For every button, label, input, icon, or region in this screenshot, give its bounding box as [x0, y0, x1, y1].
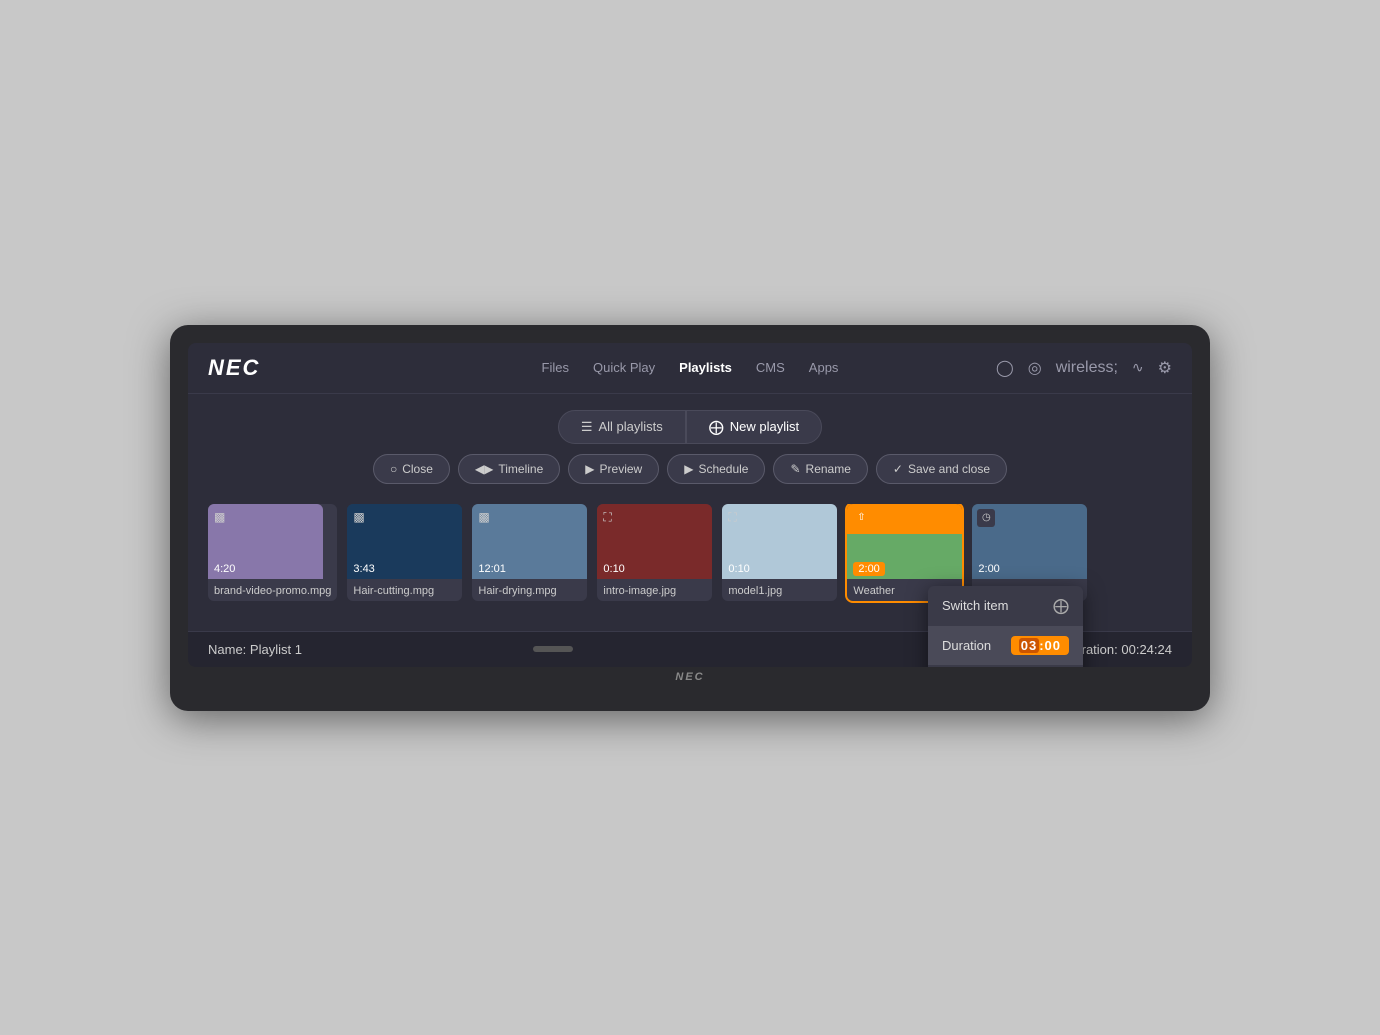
duration-highlight: 03 — [1019, 638, 1039, 653]
save-close-button[interactable]: ✓ Save and close — [876, 454, 1007, 484]
context-duration[interactable]: Duration 03:00 — [928, 626, 1083, 665]
wifi-icon[interactable]: wireless; — [1056, 359, 1118, 377]
timeline-button[interactable]: ◀▶ Timeline — [458, 454, 560, 484]
close-button[interactable]: ○ Close — [373, 454, 450, 484]
item-duration-3: 12:01 — [478, 563, 506, 575]
item-thumbnail-2: ▩ 3:43 — [347, 504, 462, 579]
item-thumbnail-6: ⇧ 2:00 — [847, 504, 962, 579]
item-name-4: intro-image.jpg — [597, 579, 712, 601]
nav-cms[interactable]: CMS — [756, 360, 785, 375]
playlist-item[interactable]: ⛶ 0:10 model1.jpg — [722, 504, 837, 601]
image-icon: ⛶ — [603, 510, 611, 525]
settings-icon[interactable]: ⚙ — [1158, 358, 1172, 378]
duration-value[interactable]: 03:00 — [1011, 636, 1069, 655]
tv-stand: NEC — [188, 671, 1192, 683]
close-icon: ○ — [390, 462, 397, 476]
item-thumbnail-5: ⛶ 0:10 — [722, 504, 837, 579]
tab-all-playlists[interactable]: ☰ All playlists — [558, 410, 686, 444]
context-switch-item[interactable]: Switch item ⨁ — [928, 586, 1083, 626]
tab-new-playlist-label: New playlist — [730, 419, 799, 434]
playlist-name: Name: Playlist 1 — [208, 642, 302, 657]
tv-screen: NEC Files Quick Play Playlists CMS Apps … — [188, 343, 1192, 667]
item-thumbnail-7: ◷ 2:00 — [972, 504, 1087, 579]
wifi-icon[interactable]: ∿ — [1132, 359, 1144, 376]
duration-input-group: 03:00 — [1011, 636, 1069, 655]
schedule-icon: ▶ — [684, 462, 693, 476]
context-switch-label: Switch item — [942, 598, 1008, 613]
item-name-2: Hair-cutting.mpg — [347, 579, 462, 601]
nav-files[interactable]: Files — [542, 360, 569, 375]
nav-quickplay[interactable]: Quick Play — [593, 360, 655, 375]
plus-circle-icon: ⨁ — [1053, 596, 1069, 616]
weather-badge: ⇧ — [852, 509, 870, 527]
schedule-button[interactable]: ▶ Schedule — [667, 454, 765, 484]
context-reorder[interactable]: Reorder ⊗ — [928, 665, 1083, 667]
video-icon: ▩ — [214, 510, 225, 524]
item-duration-5: 0:10 — [728, 563, 749, 575]
nav-apps[interactable]: Apps — [809, 360, 839, 375]
playlist-item[interactable]: ⛶ 0:10 intro-image.jpg — [597, 504, 712, 601]
item-duration-6: 2:00 — [853, 563, 884, 575]
user-icon[interactable]: ◯ — [996, 358, 1014, 378]
pencil-icon: ✎ — [790, 462, 800, 476]
item-name-3: Hair-drying.mpg — [472, 579, 587, 601]
video-icon: ▩ — [353, 510, 364, 524]
playlist-item[interactable]: ▩ 3:43 Hair-cutting.mpg — [347, 504, 462, 601]
preview-button[interactable]: ▶ Preview — [568, 454, 659, 484]
toolbar: ○ Close ◀▶ Timeline ▶ Preview ▶ Schedule… — [188, 454, 1192, 484]
tv-monitor: NEC Files Quick Play Playlists CMS Apps … — [170, 325, 1210, 711]
item-duration-4: 0:10 — [603, 563, 624, 575]
image-icon: ⛶ — [728, 510, 736, 525]
tab-all-playlists-label: All playlists — [599, 419, 663, 434]
clock-badge: ◷ — [977, 509, 995, 527]
playlist-item[interactable]: ▩ 4:20 brand-video-promo.mpg — [208, 504, 337, 601]
check-icon: ✓ — [893, 462, 903, 476]
content-area: ▩ 4:20 brand-video-promo.mpg ▩ 3:43 Hair… — [188, 504, 1192, 631]
play-icon: ▶ — [585, 462, 594, 476]
scroll-indicator — [533, 646, 573, 652]
nec-bottom-logo: NEC — [675, 671, 704, 683]
item-thumbnail-1: ▩ 4:20 — [208, 504, 323, 579]
playlist-item[interactable]: ▩ 12:01 Hair-drying.mpg — [472, 504, 587, 601]
nav-icons: ◯ ◎ wireless; ∿ ⚙ — [996, 358, 1172, 378]
timeline-icon: ◀▶ — [475, 462, 493, 476]
item-duration-1: 4:20 — [214, 563, 235, 575]
item-name-5: model1.jpg — [722, 579, 837, 601]
playlist-tabs: ☰ All playlists ⨁ New playlist — [188, 410, 1192, 444]
nav-playlists[interactable]: Playlists — [679, 360, 732, 375]
context-duration-label: Duration — [942, 638, 991, 653]
nav-links: Files Quick Play Playlists CMS Apps — [542, 360, 839, 375]
nav-bar: NEC Files Quick Play Playlists CMS Apps … — [188, 343, 1192, 394]
nec-logo: NEC — [208, 355, 260, 381]
rename-button[interactable]: ✎ Rename — [773, 454, 867, 484]
item-duration-7: 2:00 — [978, 563, 999, 575]
tab-new-playlist[interactable]: ⨁ New playlist — [686, 410, 822, 444]
list-icon: ☰ — [581, 419, 593, 435]
video-icon: ▩ — [478, 510, 489, 524]
item-thumbnail-3: ▩ 12:01 — [472, 504, 587, 579]
item-duration-2: 3:43 — [353, 563, 374, 575]
globe-icon[interactable]: ◎ — [1028, 358, 1042, 378]
item-name-1: brand-video-promo.mpg — [208, 579, 337, 601]
item-thumbnail-4: ⛶ 0:10 — [597, 504, 712, 579]
context-menu: Switch item ⨁ Duration 03:00 Reorder ⊗ — [928, 586, 1083, 667]
plus-icon: ⨁ — [709, 418, 724, 436]
